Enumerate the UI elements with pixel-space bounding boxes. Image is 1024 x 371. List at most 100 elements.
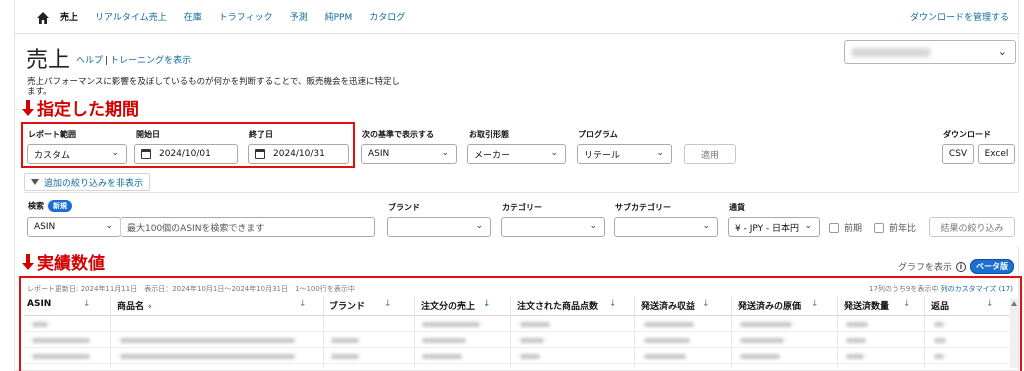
redacted-cell	[32, 354, 90, 359]
tab-sales[interactable]: 売上	[60, 10, 78, 23]
tab-realtime-sales[interactable]: リアルタイム売上	[95, 10, 167, 23]
csv-download-button[interactable]: CSV	[942, 144, 974, 164]
nav-tabs: 売上 リアルタイム売上 在庫 トラフィック 予測 純PPM カタログ	[60, 10, 422, 23]
prior-period-label: 前期	[844, 224, 863, 234]
currency-select[interactable]: ¥ - JPY - 日本円 ⌄	[728, 217, 820, 237]
redacted-cell	[934, 354, 944, 359]
col-shipped-cogs[interactable]: 発送済みの原価 ↓	[738, 299, 819, 312]
col-brand[interactable]: ブランド ↓	[329, 299, 392, 312]
prior-period-checkbox[interactable]: 前期	[829, 221, 862, 234]
col-ordered-units[interactable]: 注文された商品点数 ↓	[517, 299, 617, 312]
program-select[interactable]: リテール ⌄	[577, 144, 672, 164]
report-range-select[interactable]: カスタム ⌄	[27, 144, 127, 164]
redacted-cell	[520, 338, 544, 343]
distributor-label: お取引形態	[469, 130, 509, 139]
page-description: 売上パフォーマンスに影響を及ぼしているものが何かを判断することで、販売機会を迅速…	[27, 77, 400, 87]
search-type-select[interactable]: ASIN ⌄	[27, 217, 121, 237]
search-label-text: 検索	[28, 201, 44, 211]
redacted-cell	[520, 354, 540, 359]
chevron-down-icon: ⌄	[804, 221, 812, 231]
table-header: ASIN ↓ 商品名 › ↓ ブランド ↓ 注文分の売上 ↓ 注文された商品点数 …	[24, 296, 1014, 316]
program-value: リテール	[584, 150, 621, 161]
title-links: ヘルプ | トレーニングを表示	[76, 53, 191, 66]
report-range-label: レポート範囲	[28, 130, 76, 139]
home-icon[interactable]	[36, 10, 50, 24]
tab-catalog[interactable]: カタログ	[369, 10, 405, 23]
beta-badge: ベータ版	[970, 259, 1014, 274]
col-shipped-units[interactable]: 発送済数量 ↓	[844, 299, 911, 312]
tab-net-ppm[interactable]: 純PPM	[325, 10, 353, 23]
program-label: プログラム	[578, 130, 618, 139]
account-select[interactable]: ⌄	[844, 40, 1016, 64]
redacted-cell	[32, 338, 90, 343]
col-asin[interactable]: ASIN ↓	[27, 299, 91, 309]
arrow-down-icon	[22, 99, 34, 117]
subcategory-label: サブカテゴリー	[615, 203, 671, 212]
col-returns[interactable]: 返品 ↓	[931, 299, 994, 312]
table-scrollbar[interactable]	[1010, 298, 1018, 368]
show-graph-link[interactable]: グラフを表示 i ベータ版	[898, 259, 1014, 274]
view-by-select[interactable]: ASIN ⌄	[361, 144, 457, 164]
prior-year-checkbox[interactable]: 前年比	[874, 221, 916, 234]
redacted-cell	[846, 354, 864, 359]
new-badge: 新規	[48, 200, 72, 212]
table-row[interactable]	[24, 349, 1009, 364]
expand-icon: ›	[148, 302, 152, 312]
search-placeholder: 最大100個のASINを検索できます	[127, 223, 265, 234]
category-select[interactable]: ⌄	[501, 217, 605, 237]
customize-columns-link[interactable]: 列のカスタマイズ (17)	[941, 285, 1013, 293]
col-shipped-revenue[interactable]: 発送済み収益 ↓	[641, 299, 710, 312]
chevron-down-icon: ⌄	[656, 148, 664, 158]
top-nav: 売上 リアルタイム売上 在庫 トラフィック 予測 純PPM カタログ ダウンロー…	[14, 0, 1019, 34]
sort-arrow-icon: ↓	[986, 299, 994, 309]
currency-value: ¥ - JPY - 日本円	[735, 223, 800, 234]
distributor-select[interactable]: メーカー ⌄	[467, 144, 566, 164]
download-manager-link[interactable]: ダウンロードを管理する	[910, 10, 1009, 23]
brand-select[interactable]: ⌄	[387, 217, 491, 237]
col-returns-label: 返品	[931, 302, 950, 312]
tab-traffic[interactable]: トラフィック	[219, 10, 273, 23]
apply-button[interactable]: 適用	[684, 144, 736, 164]
chevron-down-icon: ⌄	[475, 221, 483, 231]
table-row[interactable]	[24, 317, 1009, 332]
redacted-cell	[644, 322, 694, 327]
download-label: ダウンロード	[943, 130, 991, 139]
account-name-redacted	[851, 48, 931, 57]
chevron-down-icon: ⌄	[997, 45, 1007, 58]
col-product-name-label: 商品名	[117, 302, 145, 312]
redacted-cell	[331, 338, 359, 343]
page-title: 売上	[26, 48, 71, 73]
col-product-name[interactable]: 商品名 › ↓	[117, 299, 307, 312]
calendar-icon	[255, 149, 265, 159]
help-link[interactable]: ヘルプ	[76, 56, 103, 66]
sort-arrow-icon: ↓	[83, 299, 91, 309]
chevron-down-icon: ⌄	[550, 148, 558, 158]
annotation-results: 実績数値	[22, 249, 105, 274]
calendar-icon	[141, 149, 151, 159]
asin-search-input[interactable]: 最大100個のASINを検索できます	[120, 217, 375, 237]
start-date-field[interactable]: 2024/10/01	[134, 144, 238, 164]
filter-icon	[31, 179, 39, 185]
excel-download-button[interactable]: Excel	[978, 144, 1015, 164]
hide-filters-button[interactable]: 追加の絞り込みを非表示	[24, 173, 151, 191]
redacted-cell	[644, 338, 690, 343]
redacted-cell	[846, 322, 868, 327]
training-link[interactable]: トレーニングを表示	[110, 56, 191, 66]
col-shipped-revenue-label: 発送済み収益	[641, 302, 696, 312]
col-ordered-units-label: 注文された商品点数	[517, 302, 599, 312]
tab-inventory[interactable]: 在庫	[184, 10, 202, 23]
currency-label: 通貨	[729, 203, 745, 212]
refine-results-button[interactable]: 結果の絞り込み	[929, 217, 1015, 237]
redacted-cell	[846, 338, 866, 343]
redacted-cell	[740, 354, 780, 359]
subcategory-select[interactable]: ⌄	[614, 217, 718, 237]
info-icon: i	[956, 261, 966, 272]
start-date-value: 2024/10/01	[159, 149, 211, 159]
sort-arrow-icon: ↓	[903, 299, 911, 309]
table-row[interactable]	[24, 333, 1009, 348]
col-ordered-revenue[interactable]: 注文分の売上 ↓	[421, 299, 491, 312]
tab-forecast[interactable]: 予測	[290, 10, 308, 23]
end-date-field[interactable]: 2024/10/31	[248, 144, 349, 164]
chevron-down-icon: ⌄	[702, 221, 710, 231]
scroll-up-icon[interactable]	[1011, 301, 1017, 306]
